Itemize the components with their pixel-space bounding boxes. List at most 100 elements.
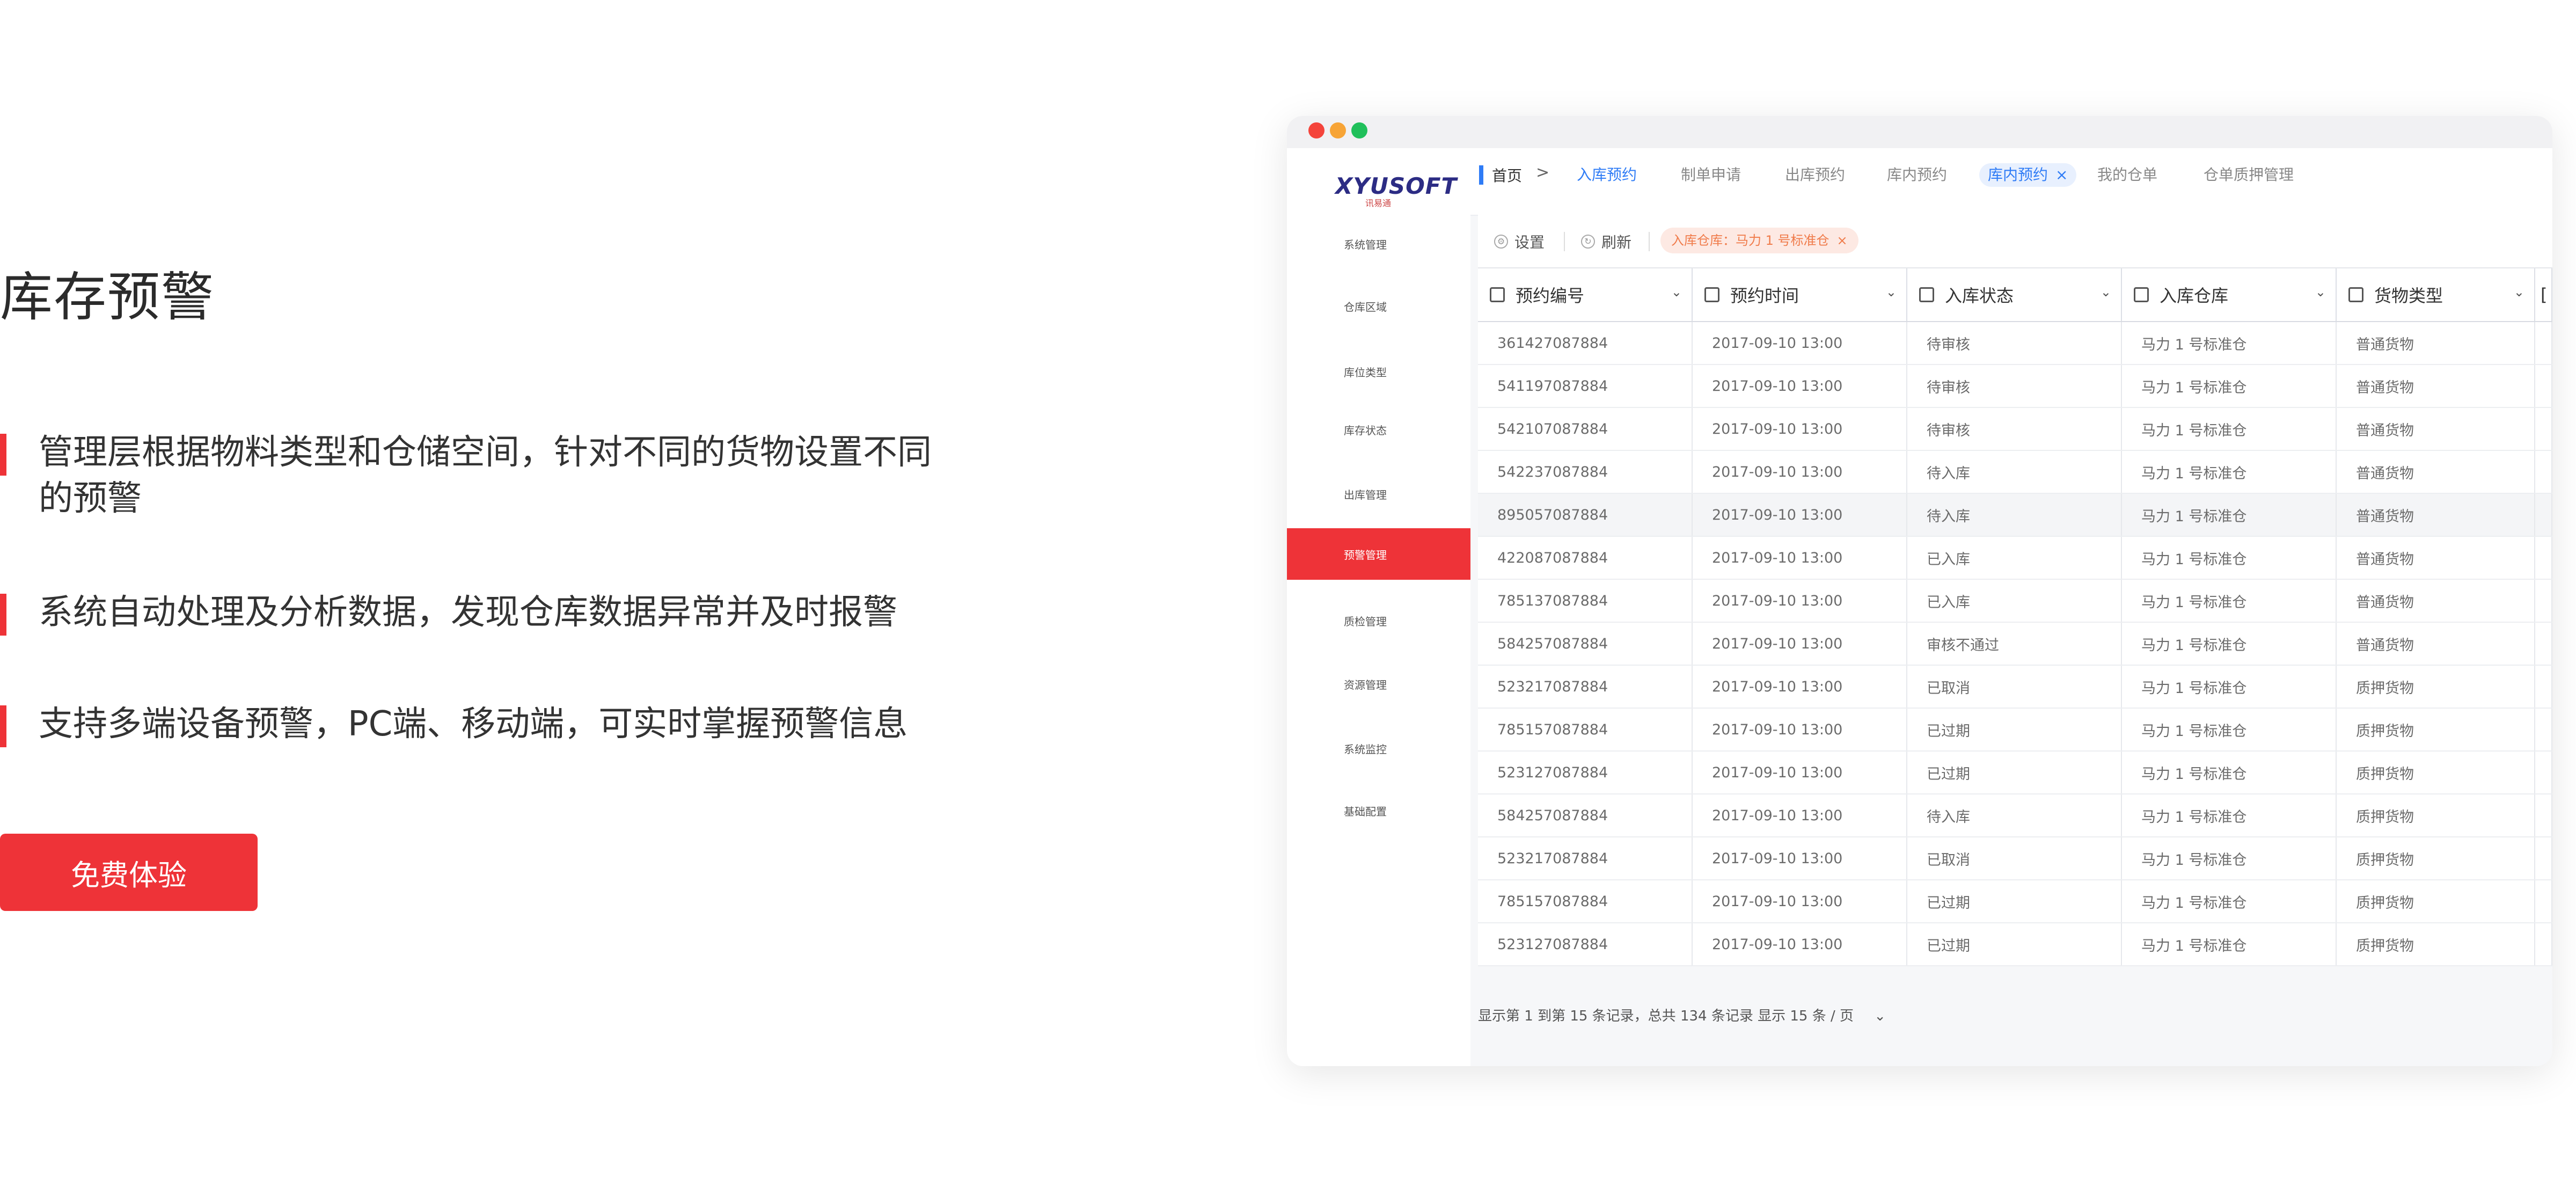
sidebar-item-alert[interactable]: 预警管理	[1287, 528, 1470, 580]
table-body: 361427087884 2017-09-10 13:00 待审核 马力 1 号标准仓…	[1478, 322, 2552, 966]
table-cell	[2535, 537, 2552, 579]
page-size-label: 显示	[1758, 1008, 1786, 1024]
sidebar-item-warehouse-area[interactable]: 仓库区域	[1287, 280, 1470, 332]
table-cell: 待审核	[1907, 322, 2122, 364]
table-cell: 2017-09-10 13:00	[1693, 666, 1907, 708]
table-cell: 马力 1 号标准仓	[2122, 494, 2337, 536]
table-cell	[2535, 880, 2552, 922]
table-cell: 542107087884	[1478, 408, 1693, 450]
window-close-icon[interactable]	[1308, 122, 1324, 138]
table-row[interactable]: 422087087884 2017-09-10 13:00 已入库 马力 1 号标准仓…	[1478, 537, 2552, 580]
chevron-down-icon[interactable]: ⌄	[2315, 285, 2326, 300]
sidebar-item-monitor[interactable]: 系统监控	[1287, 723, 1470, 774]
table-cell: 2017-09-10 13:00	[1693, 709, 1907, 750]
main-content: 首页 > 入库预约 制单申请 出库预约 库内预约 库内预约 × 我的仓单 仓单质押…	[1470, 148, 2552, 1066]
chevron-down-icon[interactable]: ⌄	[1671, 285, 1682, 300]
window-minimize-icon[interactable]	[1330, 122, 1346, 138]
gear-icon: ⚙	[1494, 235, 1508, 249]
chevron-down-icon[interactable]: ⌄	[2514, 285, 2524, 300]
refresh-label: 刷新	[1601, 234, 1632, 251]
refresh-button[interactable]: ↻ 刷新	[1581, 231, 1631, 252]
chevron-down-icon[interactable]: ⌄	[1886, 285, 1897, 300]
table-cell: 马力 1 号标准仓	[2122, 880, 2337, 922]
table-row[interactable]: 785137087884 2017-09-10 13:00 已入库 马力 1 号标准仓…	[1478, 580, 2552, 623]
tab-order-apply[interactable]: 制单申请	[1681, 163, 1741, 187]
table-row[interactable]: 361427087884 2017-09-10 13:00 待审核 马力 1 号标准仓…	[1478, 322, 2552, 365]
filter-tag-label: 入库仓库：马力 1 号标准仓	[1671, 233, 1829, 248]
table-cell: 质押货物	[2337, 794, 2535, 836]
breadcrumb-home[interactable]: 首页	[1492, 164, 1522, 186]
column-header-warehouse[interactable]: 入库仓库 ⌄	[2122, 268, 2337, 321]
chevron-down-icon[interactable]: ⌄	[1874, 1008, 1886, 1024]
table-cell	[2535, 580, 2552, 622]
table-cell: 质押货物	[2337, 752, 2535, 793]
table-cell: 785157087884	[1478, 880, 1693, 922]
column-header-goods-type[interactable]: 货物类型 ⌄	[2337, 268, 2535, 321]
table-cell: 质押货物	[2337, 923, 2535, 965]
window-maximize-icon[interactable]	[1351, 122, 1367, 138]
tab-my-receipts[interactable]: 我的仓单	[2097, 163, 2157, 187]
table-row[interactable]: 523217087884 2017-09-10 13:00 已取消 马力 1 号标准仓…	[1478, 837, 2552, 880]
feature-marker	[0, 594, 6, 636]
table-cell: 523127087884	[1478, 752, 1693, 793]
close-icon[interactable]: ×	[1837, 233, 1848, 248]
table-row[interactable]: 523127087884 2017-09-10 13:00 已过期 马力 1 号标准仓…	[1478, 752, 2552, 794]
window-titlebar	[1287, 116, 2552, 148]
column-header-booking-time[interactable]: 预约时间 ⌄	[1693, 268, 1907, 321]
tab-inbound-booking[interactable]: 入库预约	[1577, 163, 1637, 187]
feature-item: 管理层根据物料类型和仓储空间，针对不同的货物设置不同的预警	[0, 429, 966, 526]
tab-internal-booking-selected[interactable]: 库内预约 ×	[1979, 163, 2077, 187]
settings-label: 设置	[1514, 234, 1545, 251]
table-cell: 542237087884	[1478, 451, 1693, 493]
table-cell: 2017-09-10 13:00	[1693, 623, 1907, 665]
table-cell: 普通货物	[2337, 623, 2535, 665]
table-row[interactable]: 785157087884 2017-09-10 13:00 已过期 马力 1 号标准仓…	[1478, 709, 2552, 752]
calendar-icon	[1704, 287, 1719, 302]
sidebar-item-resource[interactable]: 资源管理	[1287, 658, 1470, 710]
table-cell: 马力 1 号标准仓	[2122, 923, 2337, 965]
settings-button[interactable]: ⚙ 设置	[1494, 231, 1545, 252]
column-header-booking-no[interactable]: 预约编号 ⌄	[1478, 268, 1693, 321]
tab-pledge-management[interactable]: 仓单质押管理	[2204, 163, 2294, 187]
table-cell: 2017-09-10 13:00	[1693, 923, 1907, 965]
clipboard-icon	[1490, 287, 1505, 302]
table-cell	[2535, 451, 2552, 493]
table-row[interactable]: 542237087884 2017-09-10 13:00 待入库 马力 1 号标准仓…	[1478, 451, 2552, 494]
sidebar-item-stock-status[interactable]: 库存状态	[1287, 404, 1470, 455]
table-row[interactable]: 785157087884 2017-09-10 13:00 已过期 马力 1 号标准仓…	[1478, 880, 2552, 923]
column-header-inbound-status[interactable]: 入库状态 ⌄	[1907, 268, 2122, 321]
page-size-select[interactable]: 15 条 / 页	[1790, 1008, 1854, 1024]
free-trial-button[interactable]: 免费体验	[0, 834, 258, 911]
table-row[interactable]: 584257087884 2017-09-10 13:00 审核不通过 马力 1 号标…	[1478, 623, 2552, 666]
table-row[interactable]: 541197087884 2017-09-10 13:00 待审核 马力 1 号标准仓…	[1478, 365, 2552, 408]
sidebar-item-outbound[interactable]: 出库管理	[1287, 468, 1470, 520]
feature-text: 支持多端设备预警，PC端、移动端，可实时掌握预警信息	[39, 704, 908, 744]
table-cell: 马力 1 号标准仓	[2122, 451, 2337, 493]
table-row[interactable]: 523217087884 2017-09-10 13:00 已取消 马力 1 号标准仓…	[1478, 666, 2552, 709]
feature-marker	[0, 434, 6, 476]
table-cell: 质押货物	[2337, 837, 2535, 879]
sidebar-item-location-type[interactable]: 库位类型	[1287, 346, 1470, 397]
table-cell: 审核不通过	[1907, 623, 2122, 665]
toolbar-divider	[1564, 232, 1565, 251]
breadcrumb-marker	[1479, 165, 1483, 185]
close-icon[interactable]: ×	[2055, 166, 2068, 184]
sidebar-item-config[interactable]: 基础配置	[1287, 785, 1470, 836]
table-cell	[2535, 623, 2552, 665]
chevron-down-icon[interactable]: ⌄	[2101, 285, 2111, 300]
sidebar-item-quality[interactable]: 质检管理	[1287, 595, 1470, 646]
tab-internal-booking[interactable]: 库内预约	[1887, 163, 1947, 187]
sidebar-item-system[interactable]: 系统管理	[1287, 218, 1470, 269]
page-title: 库存预警	[0, 267, 215, 328]
tab-outbound-booking[interactable]: 出库预约	[1785, 163, 1845, 187]
table-row[interactable]: 542107087884 2017-09-10 13:00 待审核 马力 1 号标准仓…	[1478, 408, 2552, 451]
table-cell: 523127087884	[1478, 923, 1693, 965]
table-cell: 422087087884	[1478, 537, 1693, 579]
filter-tag[interactable]: 入库仓库：马力 1 号标准仓 ×	[1660, 228, 1858, 253]
table-row[interactable]: 523127087884 2017-09-10 13:00 已过期 马力 1 号标准仓…	[1478, 923, 2552, 966]
logo: XYUSOFT 讯易通	[1335, 173, 1457, 208]
table-row[interactable]: 584257087884 2017-09-10 13:00 待入库 马力 1 号标准仓…	[1478, 794, 2552, 837]
table-row[interactable]: 895057087884 2017-09-10 13:00 待入库 马力 1 号标准仓…	[1478, 494, 2552, 537]
table-cell: 待入库	[1907, 451, 2122, 493]
table-toolbar: ⚙ 设置 ↻ 刷新 入库仓库：马力 1 号标准仓 ×	[1478, 215, 2552, 268]
